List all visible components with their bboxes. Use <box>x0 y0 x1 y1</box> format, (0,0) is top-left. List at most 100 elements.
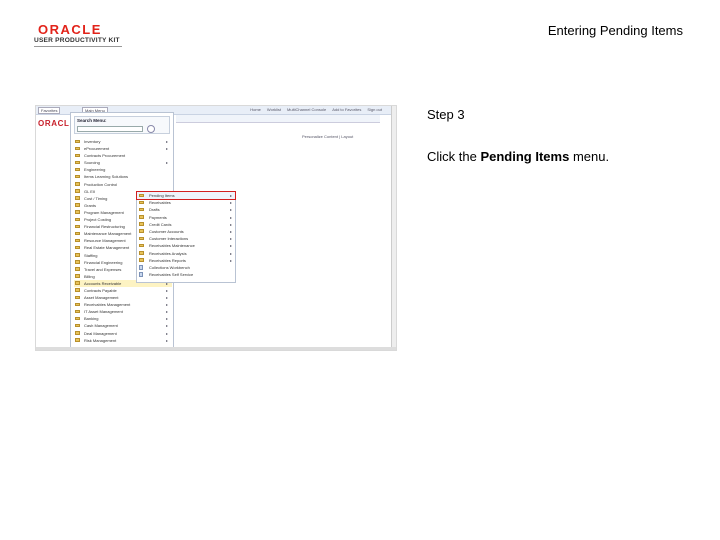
submenu-item[interactable]: Receivables Analysis ▸ <box>137 250 235 257</box>
link-add-favorites[interactable]: Add to Favorites <box>332 107 361 112</box>
chevron-right-icon: ▸ <box>165 287 168 293</box>
main-menu-item-label: Cash Management <box>84 323 118 329</box>
submenu-item[interactable]: Collections Workbench <box>137 264 235 271</box>
main-menu-item[interactable]: Items Learning Solutions <box>74 173 172 180</box>
folder-icon <box>139 222 144 226</box>
folder-icon <box>75 189 80 193</box>
submenu-item[interactable]: Drafts ▸ <box>137 206 235 213</box>
chevron-right-icon: ▸ <box>229 207 232 213</box>
link-sign-out[interactable]: Sign out <box>367 107 382 112</box>
chevron-right-icon: ▸ <box>165 139 168 144</box>
folder-icon <box>139 243 144 248</box>
main-menu-item-label: Contracts Procurement <box>84 153 126 159</box>
search-menu-input[interactable] <box>77 126 143 132</box>
submenu-item[interactable]: Credit Cards ▸ <box>137 221 235 228</box>
pending-items-menu[interactable]: Pending Items ▸ <box>136 190 236 201</box>
folder-icon <box>75 182 80 186</box>
submenu-item[interactable]: Receivables Maintenance ▸ <box>137 242 235 249</box>
main-menu-item-label: Asset Management <box>84 295 119 301</box>
submenu-item-label: Receivables Maintenance <box>149 243 195 249</box>
vertical-scrollbar[interactable] <box>391 106 396 350</box>
folder-icon <box>139 251 144 255</box>
link-worklist[interactable]: Worklist <box>267 107 281 112</box>
folder-icon <box>139 200 144 205</box>
submenu-item[interactable]: Receivables Reports ▸ <box>137 257 235 264</box>
folder-icon <box>75 224 80 229</box>
folder-icon <box>75 302 80 307</box>
folder-icon <box>75 217 80 222</box>
submenu-item[interactable]: Receivables Self Service <box>137 271 235 278</box>
main-menu-item-label: Program Management <box>84 209 124 215</box>
instruction-suffix: menu. <box>569 149 610 164</box>
main-menu-item-label: Inventory <box>84 139 101 144</box>
main-menu-item-label: GL EII <box>84 188 96 194</box>
submenu-item-label: Drafts <box>149 207 160 213</box>
chevron-right-icon: ▸ <box>229 257 232 263</box>
folder-icon <box>75 323 80 328</box>
folder-icon <box>75 338 80 342</box>
main-menu-item[interactable]: Sourcing ▸ <box>74 159 172 166</box>
oracle-upk-logo: ORACLE USER PRODUCTIVITY KIT <box>34 22 126 48</box>
submenu-item-label: Receivables Reports <box>149 257 186 263</box>
chevron-right-icon: ▸ <box>229 200 232 206</box>
chevron-right-icon: ▸ <box>165 316 168 322</box>
main-menu-item[interactable]: Production Control <box>74 181 172 188</box>
folder-icon <box>75 281 80 285</box>
submenu-item-label: Payments <box>149 214 167 220</box>
chevron-right-icon: ▸ <box>165 309 168 315</box>
folder-icon <box>75 331 80 335</box>
chevron-right-icon: ▸ <box>229 193 232 198</box>
main-menu-item[interactable]: Risk Management ▸ <box>74 337 172 344</box>
folder-icon <box>75 260 80 264</box>
chevron-right-icon: ▸ <box>165 330 168 336</box>
main-menu-item[interactable]: Contracts Payable ▸ <box>74 287 172 294</box>
main-menu-item-label: Accounts Receivable <box>84 280 122 286</box>
instruction-prefix: Click the <box>427 149 481 164</box>
main-menu-item[interactable]: eProcurement ▸ <box>74 145 172 152</box>
submenu-item[interactable]: Customer Accounts ▸ <box>137 228 235 235</box>
folder-icon <box>75 174 80 179</box>
submenu-item-label: Customer Interactions <box>149 236 189 242</box>
main-menu-item-label: Financial Engineering <box>84 259 123 265</box>
main-menu-item[interactable]: Deal Management ▸ <box>74 330 172 337</box>
main-menu-item-label: Contracts Payable <box>84 287 117 293</box>
main-menu-item[interactable]: Banking ▸ <box>74 315 172 322</box>
main-menu-item[interactable]: IT Asset Management ▸ <box>74 308 172 315</box>
horizontal-scrollbar[interactable] <box>36 347 396 350</box>
step-screenshot: Favorites Main Menu Home Worklist MultiC… <box>35 105 397 351</box>
folder-icon <box>75 288 80 292</box>
main-menu-item[interactable]: Receivables Management ▸ <box>74 301 172 308</box>
folder-icon <box>139 229 144 233</box>
main-menu-item-label: eProcurement <box>84 146 110 152</box>
link-multichannel[interactable]: MultiChannel Console <box>287 107 326 112</box>
folder-icon <box>75 139 80 143</box>
main-menu-item[interactable]: Asset Management ▸ <box>74 294 172 301</box>
chevron-right-icon: ▸ <box>229 221 232 227</box>
main-menu-item[interactable]: Engineering <box>74 166 172 173</box>
main-menu-item-label: Staffing <box>84 252 98 258</box>
submenu-item[interactable]: Customer Interactions ▸ <box>137 235 235 242</box>
main-menu-item-label: Resource Management <box>84 238 126 244</box>
folder-icon <box>75 146 80 151</box>
folder-icon <box>75 160 80 165</box>
folder-icon <box>75 167 80 172</box>
document-icon <box>139 264 143 270</box>
submenu-item[interactable]: Receivables ▸ <box>137 199 235 206</box>
main-menu-item[interactable]: Inventory ▸ <box>74 138 172 145</box>
chevron-right-icon: ▸ <box>165 302 168 308</box>
favorites-menu[interactable]: Favorites <box>38 107 61 114</box>
folder-icon <box>139 193 144 197</box>
receivables-submenu: Pending Items ▸ Receivables ▸ Drafts ▸ Payment… <box>136 190 236 283</box>
link-home[interactable]: Home <box>250 107 261 112</box>
step-instruction: Click the Pending Items menu. <box>427 149 609 164</box>
submenu-item-label: Receivables Self Service <box>149 272 194 278</box>
personalize-link[interactable]: Personalize Content | Layout <box>302 134 353 139</box>
main-menu-item-label: Travel and Expenses <box>84 266 122 272</box>
main-menu-item[interactable]: Contracts Procurement <box>74 152 172 159</box>
folder-icon <box>75 238 80 243</box>
search-icon[interactable] <box>147 125 155 133</box>
submenu-item[interactable]: Payments ▸ <box>137 214 235 221</box>
folder-icon <box>75 203 80 207</box>
search-menu-label: Search Menu: <box>77 118 107 123</box>
main-menu-item[interactable]: Cash Management ▸ <box>74 322 172 329</box>
